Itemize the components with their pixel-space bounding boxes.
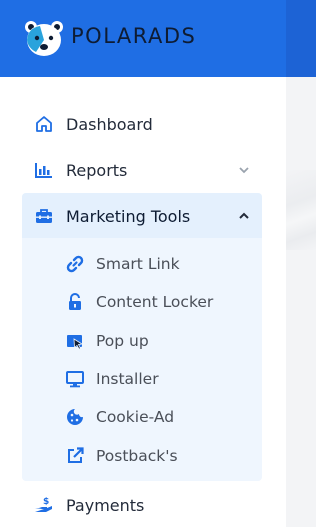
sidebar-item-label: Payments [66, 495, 145, 515]
sidebar: POLARADS Dashboard Reports Marketing Too… [0, 0, 286, 527]
popup-icon [65, 331, 85, 351]
chevron-up-icon[interactable] [238, 210, 250, 222]
background-decoration [286, 170, 316, 250]
top-bar [286, 0, 316, 77]
external-link-icon [65, 446, 85, 466]
sidebar-item-dashboard[interactable]: Dashboard [22, 102, 262, 146]
polar-bear-logo-icon [25, 21, 63, 56]
submenu-item-cookie-ad[interactable]: Cookie-Ad [22, 398, 262, 436]
unlock-icon [65, 292, 85, 312]
home-icon [34, 114, 54, 134]
bar-chart-icon [34, 160, 54, 180]
toolbox-icon [34, 206, 54, 226]
sidebar-item-marketing-tools[interactable]: Marketing Tools [22, 194, 262, 238]
sidebar-item-payments[interactable]: $ Payments [22, 483, 262, 527]
brand-name: POLARADS [71, 24, 196, 48]
link-icon [65, 254, 85, 274]
submenu-item-label: Content Locker [96, 293, 214, 311]
submenu-item-pop-up[interactable]: Pop up [22, 322, 262, 360]
submenu-item-installer[interactable]: Installer [22, 360, 262, 398]
sidebar-item-label: Reports [66, 160, 128, 180]
brand-name-part1: POLAR [71, 24, 148, 48]
submenu-item-label: Cookie-Ad [96, 408, 175, 426]
brand-header: POLARADS [0, 0, 286, 77]
cookie-icon [65, 407, 85, 427]
submenu-item-label: Pop up [96, 332, 149, 350]
main-content-area [286, 0, 316, 527]
sidebar-item-reports[interactable]: Reports [22, 148, 262, 192]
submenu-item-smart-link[interactable]: Smart Link [22, 245, 262, 283]
svg-text:$: $ [43, 497, 49, 507]
hand-dollar-icon: $ [34, 495, 54, 515]
submenu-item-postbacks[interactable]: Postback's [22, 437, 262, 475]
submenu-item-label: Installer [96, 370, 159, 388]
chevron-down-icon[interactable] [238, 164, 250, 176]
submenu-item-content-locker[interactable]: Content Locker [22, 283, 262, 321]
brand-name-part2: ADS [147, 24, 197, 48]
sidebar-item-label: Marketing Tools [66, 206, 191, 226]
monitor-icon [65, 369, 85, 389]
submenu-item-label: Postback's [96, 447, 178, 465]
submenu-item-label: Smart Link [96, 255, 180, 273]
sidebar-item-label: Dashboard [66, 114, 153, 134]
